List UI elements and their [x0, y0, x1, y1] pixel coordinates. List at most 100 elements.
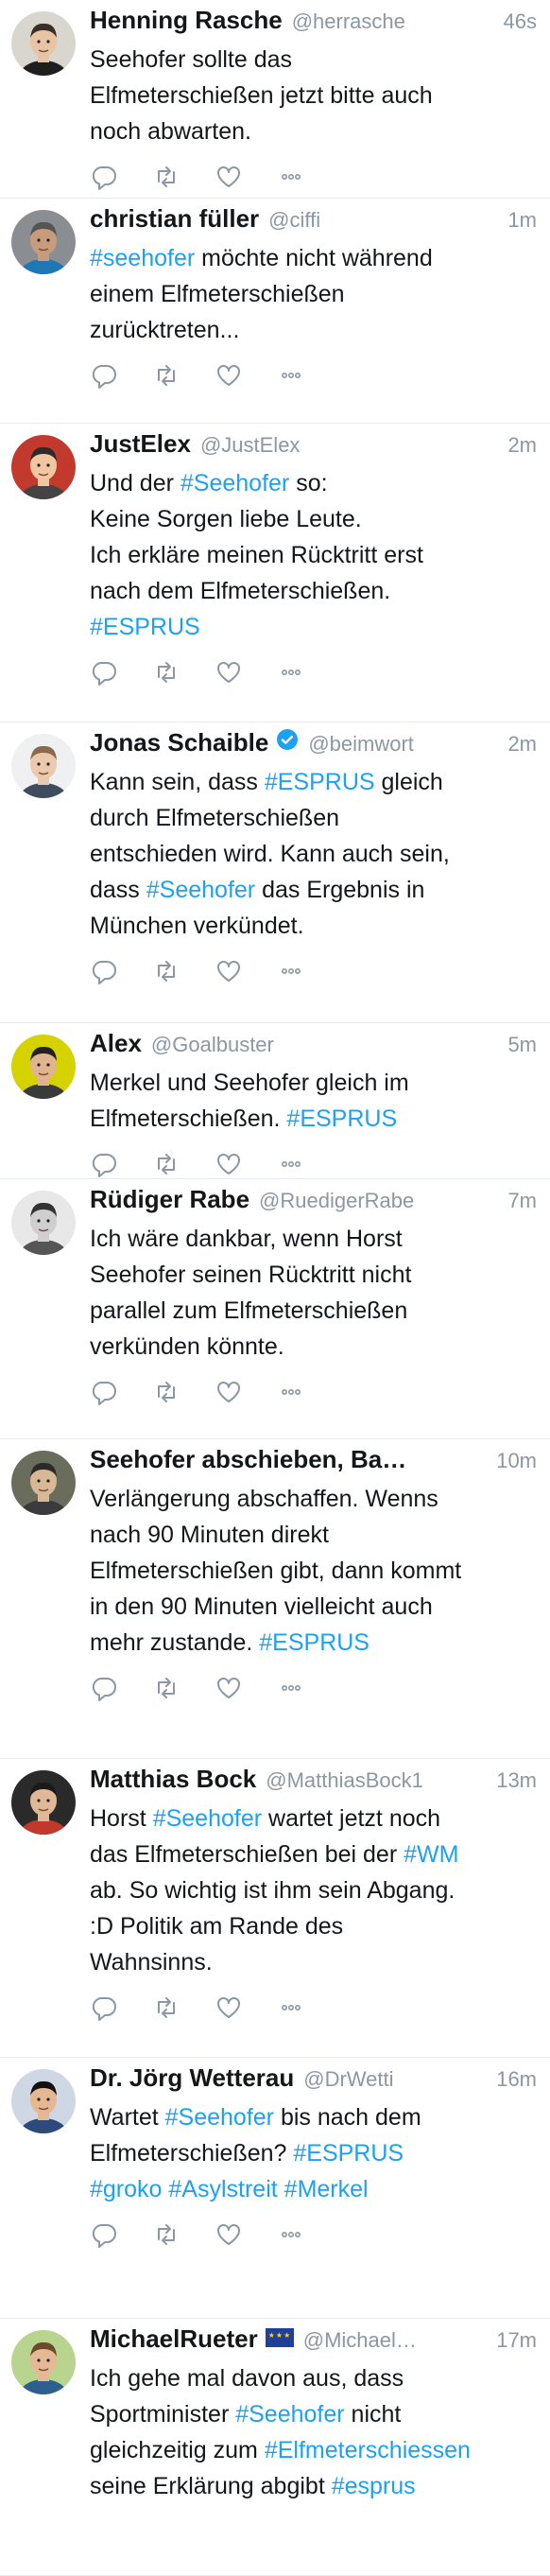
retweet-button[interactable]	[152, 1378, 215, 1410]
retweet-button[interactable]	[152, 2220, 215, 2253]
like-button[interactable]	[215, 1993, 277, 2026]
hashtag-link[interactable]: #ESPRUS	[265, 769, 375, 795]
more-button[interactable]	[277, 1674, 339, 1706]
avatar[interactable]	[11, 1035, 76, 1099]
more-button[interactable]	[277, 1993, 339, 2026]
avatar[interactable]	[11, 2330, 76, 2394]
reply-button[interactable]	[90, 163, 152, 195]
hashtag-link[interactable]: #ESPRUS	[90, 614, 200, 640]
reply-button[interactable]	[90, 2220, 152, 2253]
tweet-timestamp[interactable]: 17m	[496, 2328, 537, 2353]
like-button[interactable]	[215, 658, 277, 690]
avatar[interactable]	[11, 734, 76, 798]
like-button[interactable]	[215, 361, 277, 393]
retweet-button[interactable]	[152, 163, 215, 195]
avatar[interactable]	[11, 435, 76, 499]
tweet[interactable]: Matthias Bock @MatthiasBock1 13m Horst #See…	[0, 1759, 550, 2058]
tweet-timestamp[interactable]: 46s	[504, 9, 537, 34]
hashtag-link[interactable]: #Seehofer	[235, 2401, 344, 2428]
author-handle[interactable]: @Goalbuster	[151, 1033, 497, 1057]
author-name[interactable]: Rüdiger Rabe	[90, 1185, 249, 1214]
author-name[interactable]: JustElex	[90, 429, 191, 459]
tweet[interactable]: Rüdiger Rabe @RuedigerRabe 7m Ich wäre dank…	[0, 1179, 550, 1439]
author-name[interactable]: Dr. Jörg Wetterau	[90, 2063, 294, 2093]
reply-button[interactable]	[90, 658, 152, 690]
tweet[interactable]: christian füller @ciffi 1m #seehofer möchte…	[0, 199, 550, 424]
hashtag-link[interactable]: #Seehofer	[180, 470, 289, 496]
retweet-button[interactable]	[152, 957, 215, 989]
author-handle[interactable]: @RuedigerRabe	[259, 1189, 496, 1213]
reply-button[interactable]	[90, 1674, 152, 1706]
hashtag-link[interactable]: #groko	[90, 2176, 162, 2202]
hashtag-link[interactable]: #Seehofer	[146, 877, 255, 903]
hashtag-link[interactable]: #ESPRUS	[293, 2140, 404, 2167]
author-name[interactable]: christian füller	[90, 204, 259, 234]
tweet-timestamp[interactable]: 2m	[507, 732, 537, 757]
tweet[interactable]: Jonas Schaible @beimwort 2m Kann sein, dass…	[0, 722, 550, 1023]
like-button[interactable]	[215, 1674, 277, 1706]
more-button[interactable]	[277, 163, 339, 195]
more-button[interactable]	[277, 1150, 339, 1182]
avatar[interactable]	[11, 2069, 76, 2133]
author-handle[interactable]: @ciffi	[268, 208, 496, 233]
more-button[interactable]	[277, 2220, 339, 2253]
reply-button[interactable]	[90, 1378, 152, 1410]
tweet[interactable]: JustElex @JustElex 2m Und der #Seehofer so:…	[0, 424, 550, 722]
hashtag-link[interactable]: #seehofer	[90, 245, 195, 271]
hashtag-link[interactable]: #Seehofer	[153, 1805, 262, 1832]
reply-button[interactable]	[90, 361, 152, 393]
hashtag-link[interactable]: #Merkel	[284, 2176, 369, 2202]
tweet-timestamp[interactable]: 7m	[507, 1189, 537, 1213]
author-name[interactable]: Henning Rasche	[90, 6, 283, 35]
author-name[interactable]: Alex	[90, 1029, 142, 1058]
hashtag-link[interactable]: #ESPRUS	[259, 1629, 370, 1656]
reply-button[interactable]	[90, 1150, 152, 1182]
tweet-timestamp[interactable]: 2m	[507, 433, 537, 458]
like-button[interactable]	[215, 2220, 277, 2253]
retweet-button[interactable]	[152, 1150, 215, 1182]
tweet-timestamp[interactable]: 1m	[507, 208, 537, 233]
more-button[interactable]	[277, 957, 339, 989]
like-button[interactable]	[215, 163, 277, 195]
author-handle[interactable]: @JustElex	[200, 433, 496, 458]
like-button[interactable]	[215, 1378, 277, 1410]
reply-button[interactable]	[90, 1993, 152, 2026]
author-name[interactable]: MichaelRueter	[90, 2324, 258, 2354]
tweet[interactable]: Dr. Jörg Wetterau @DrWetti 16m Wartet #Seeh…	[0, 2058, 550, 2319]
hashtag-link[interactable]: #esprus	[332, 2473, 416, 2499]
avatar[interactable]	[11, 1770, 76, 1835]
hashtag-link[interactable]: #WM	[404, 1841, 458, 1868]
author-handle[interactable]: @beimwort	[308, 732, 496, 757]
author-handle[interactable]: @DrWetti	[303, 2067, 485, 2092]
retweet-button[interactable]	[152, 1674, 215, 1706]
avatar[interactable]	[11, 1451, 76, 1515]
author-name[interactable]: Seehofer abschieben, Ba…	[90, 1445, 406, 1474]
retweet-button[interactable]	[152, 1993, 215, 2026]
author-handle[interactable]: @Michael…	[303, 2328, 485, 2353]
more-button[interactable]	[277, 658, 339, 690]
hashtag-link[interactable]: #Elfmeterschiessen	[265, 2437, 471, 2463]
tweet-timestamp[interactable]: 16m	[496, 2067, 537, 2092]
tweet[interactable]: Seehofer abschieben, Ba… 10m Verlängerung …	[0, 1439, 550, 1759]
author-handle[interactable]: @herrasche	[292, 9, 492, 34]
tweet[interactable]: Henning Rasche @herrasche 46s Seehofer soll…	[0, 0, 550, 199]
tweet[interactable]: Alex @Goalbuster 5m Merkel und Seehofer gle…	[0, 1023, 550, 1179]
avatar[interactable]	[11, 11, 76, 76]
like-button[interactable]	[215, 957, 277, 989]
author-handle[interactable]: @MatthiasBock1	[266, 1768, 485, 1793]
tweet-timestamp[interactable]: 5m	[507, 1033, 537, 1057]
tweet-timestamp[interactable]: 10m	[496, 1449, 537, 1473]
like-button[interactable]	[215, 1150, 277, 1182]
tweet[interactable]: MichaelRueter @Michael… 17m Ich gehe mal da…	[0, 2319, 550, 2576]
more-button[interactable]	[277, 1378, 339, 1410]
tweet-timestamp[interactable]: 13m	[496, 1768, 537, 1793]
hashtag-link[interactable]: #ESPRUS	[286, 1105, 397, 1132]
author-name[interactable]: Matthias Bock	[90, 1765, 256, 1794]
hashtag-link[interactable]: #Asylstreit	[168, 2176, 277, 2202]
retweet-button[interactable]	[152, 658, 215, 690]
retweet-button[interactable]	[152, 361, 215, 393]
more-button[interactable]	[277, 361, 339, 393]
avatar[interactable]	[11, 210, 76, 274]
avatar[interactable]	[11, 1191, 76, 1255]
hashtag-link[interactable]: #Seehofer	[165, 2104, 274, 2131]
